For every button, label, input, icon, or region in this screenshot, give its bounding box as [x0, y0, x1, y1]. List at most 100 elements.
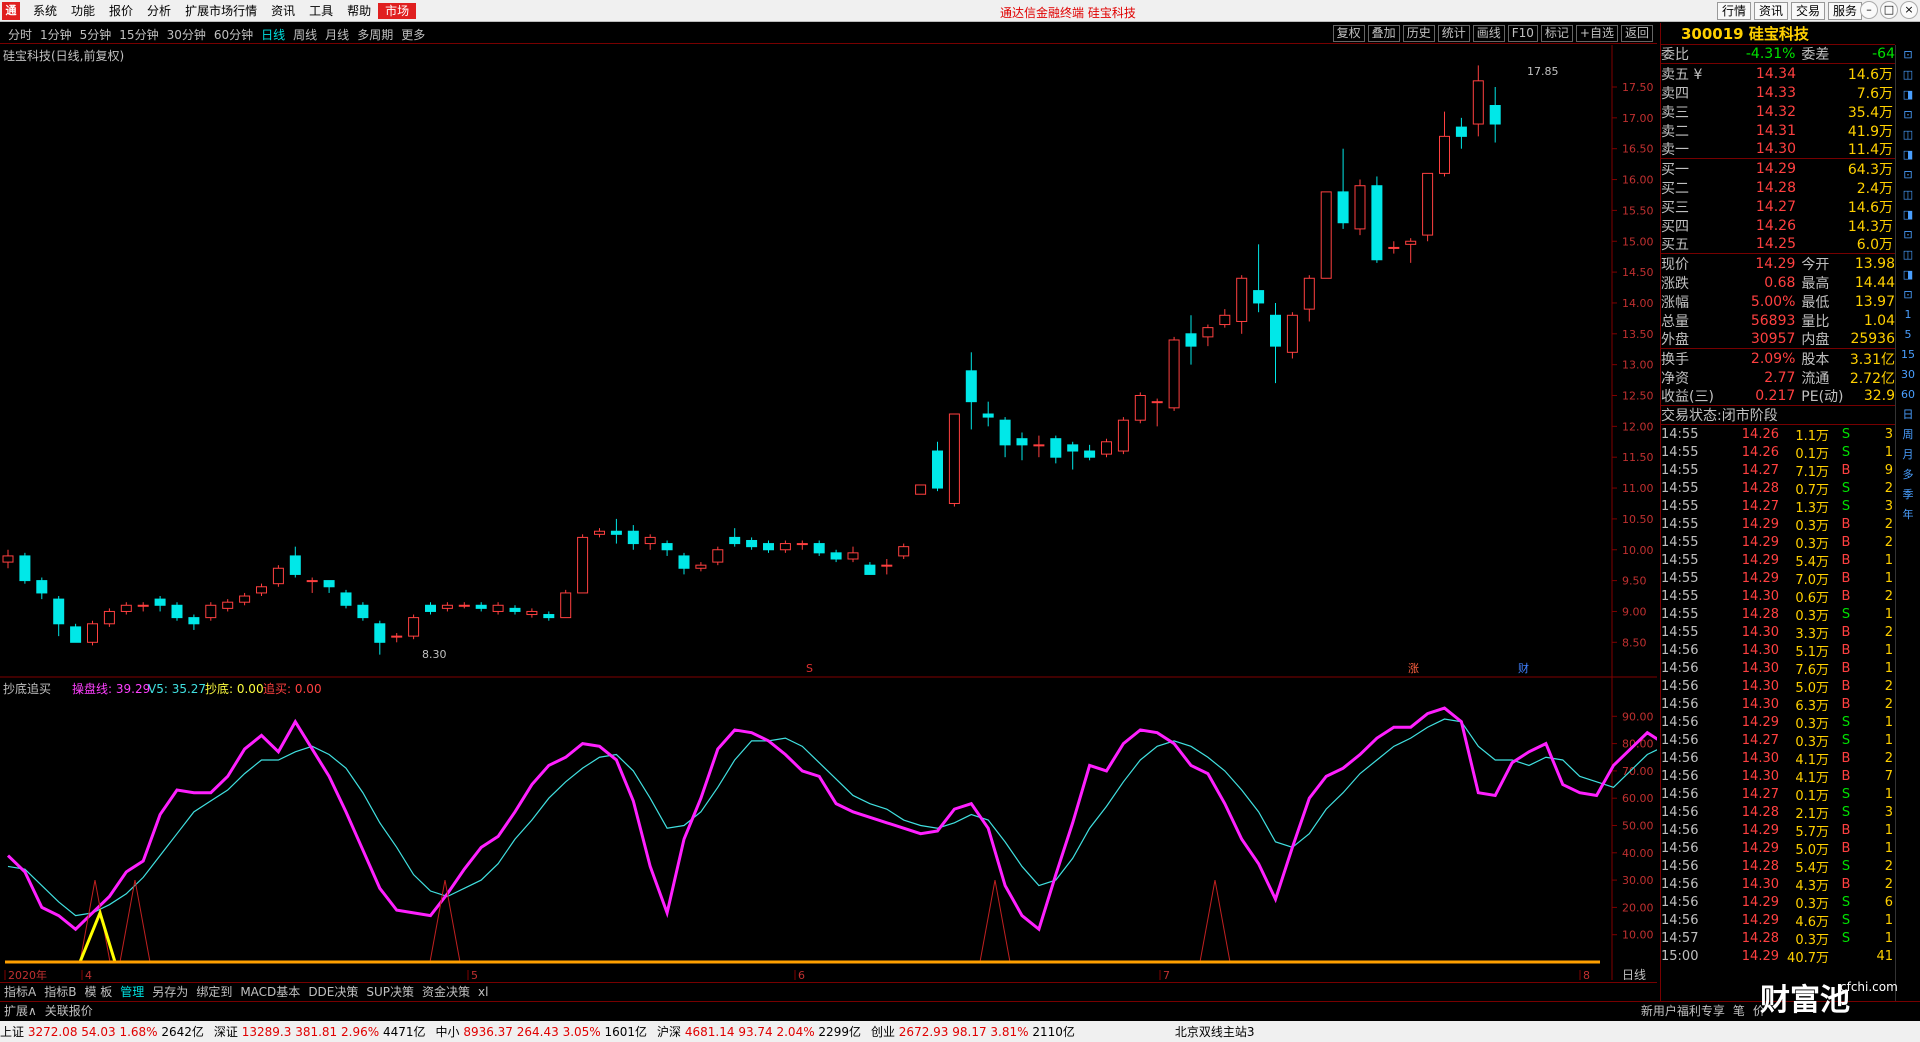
- sidebar-icon[interactable]: ◫: [1896, 125, 1920, 145]
- top-button-2[interactable]: 交易: [1790, 2, 1825, 20]
- sidebar-period-7[interactable]: 月: [1896, 445, 1920, 465]
- trade-time: 14:55: [1661, 588, 1699, 604]
- menu-item-3[interactable]: 分析: [140, 3, 178, 19]
- minimize-icon[interactable]: –: [1860, 1, 1878, 19]
- top-button-3[interactable]: 服务: [1827, 2, 1862, 20]
- period-tab-5[interactable]: 60分钟: [210, 26, 257, 43]
- indicator-tab-8[interactable]: SUP决策: [362, 983, 418, 1001]
- period-tab-4[interactable]: 30分钟: [163, 26, 210, 43]
- sidebar-icon[interactable]: ◨: [1896, 205, 1920, 225]
- sidebar-period-1[interactable]: 5: [1896, 325, 1920, 345]
- tool-button-4[interactable]: 画线: [1472, 25, 1505, 42]
- period-tab-0[interactable]: 分时: [4, 26, 36, 43]
- chart-area[interactable]: 硅宝科技(日线,前复权) 17.50 17.00 16.50 16.00 15.50 15.…: [0, 45, 1666, 982]
- extension-tab-1[interactable]: 关联报价: [41, 1002, 97, 1021]
- trade-price: 14.29: [1741, 822, 1779, 838]
- sidebar-icon[interactable]: ◨: [1896, 265, 1920, 285]
- period-sidebar: ⊡ ◫ ◨ ⊡ ◫ ◨ ⊡ ◫ ◨ ⊡ ◫ ◨ ⊡ 1 5 15 30 60 日周月多季年: [1895, 45, 1920, 1005]
- maximize-icon[interactable]: □: [1880, 1, 1898, 19]
- index-1[interactable]: 深证 13289.3 381.81 2.96% 4471亿: [214, 1023, 426, 1040]
- menu-item-2[interactable]: 报价: [102, 3, 140, 19]
- sidebar-icon[interactable]: ◨: [1896, 145, 1920, 165]
- sidebar-icon[interactable]: ◫: [1896, 65, 1920, 85]
- menu-item-4[interactable]: 扩展市场行情: [178, 3, 264, 19]
- candle-body: [948, 413, 960, 504]
- tool-button-3[interactable]: 统计: [1437, 25, 1470, 42]
- top-button-0[interactable]: 行情: [1716, 2, 1751, 20]
- tool-button-5[interactable]: F10: [1507, 25, 1538, 42]
- kline-chart[interactable]: 硅宝科技(日线,前复权) 17.50 17.00 16.50 16.00 15.50 15.…: [0, 45, 1666, 982]
- indicator-tab-2[interactable]: 模 板: [80, 983, 116, 1001]
- index-name: 创业: [870, 1025, 899, 1039]
- menu-item-1[interactable]: 功能: [64, 3, 102, 19]
- index-2[interactable]: 中小 8936.37 264.43 3.05% 1601亿: [435, 1023, 647, 1040]
- sidebar-period-3[interactable]: 30: [1896, 365, 1920, 385]
- indicator-tab-5[interactable]: 绑定到: [192, 983, 236, 1001]
- quote-volume: 11.4万: [1847, 142, 1893, 158]
- indicator-tab-1[interactable]: 指标B: [40, 983, 80, 1001]
- trade-side: B: [1841, 876, 1851, 892]
- tool-button-8[interactable]: 返回: [1620, 25, 1653, 42]
- sidebar-period-5[interactable]: 日: [1896, 405, 1920, 425]
- menu-item-0[interactable]: 系统: [26, 3, 64, 19]
- period-tab-10[interactable]: 更多: [397, 26, 429, 43]
- quote-label: 量比: [1801, 313, 1830, 330]
- tool-button-2[interactable]: 历史: [1402, 25, 1435, 42]
- menu-item-8[interactable]: 市场: [378, 3, 417, 19]
- sidebar-icon[interactable]: ⊡: [1896, 105, 1920, 125]
- tool-button-0[interactable]: 复权: [1332, 25, 1365, 42]
- period-tab-6[interactable]: 日线: [257, 26, 289, 43]
- extension-tab-0[interactable]: 扩展∧: [0, 1002, 41, 1021]
- sidebar-period-6[interactable]: 周: [1896, 425, 1920, 445]
- sidebar-period-4[interactable]: 60: [1896, 385, 1920, 405]
- new-user-link[interactable]: 新用户福利专享: [1637, 1002, 1729, 1021]
- marker-s: S: [806, 662, 813, 675]
- sidebar-icon[interactable]: ◨: [1896, 85, 1920, 105]
- index-3[interactable]: 沪深 4681.14 93.74 2.04% 2299亿: [657, 1023, 861, 1040]
- menu-item-6[interactable]: 工具: [302, 3, 340, 19]
- indicator-tab-7[interactable]: DDE决策: [304, 983, 362, 1001]
- indicator-tab-10[interactable]: xl: [474, 983, 492, 1001]
- sidebar-icon[interactable]: ⊡: [1896, 285, 1920, 305]
- top-button-1[interactable]: 资讯: [1753, 2, 1788, 20]
- quote-label: 卖五 ¥: [1661, 66, 1703, 83]
- sidebar-icon[interactable]: ⊡: [1896, 165, 1920, 185]
- trade-time: 14:56: [1661, 876, 1699, 892]
- index-percent: 1.68%: [119, 1025, 162, 1039]
- close-icon[interactable]: ×: [1900, 1, 1918, 19]
- menu-item-7[interactable]: 帮助: [340, 3, 378, 19]
- sidebar-icon[interactable]: ◫: [1896, 185, 1920, 205]
- index-4[interactable]: 创业 2672.93 98.17 3.81% 2110亿: [871, 1023, 1075, 1040]
- period-tab-2[interactable]: 5分钟: [76, 26, 116, 43]
- tick-tab[interactable]: 笔: [1729, 1002, 1749, 1021]
- sidebar-period-9[interactable]: 季: [1896, 485, 1920, 505]
- sidebar-period-2[interactable]: 15: [1896, 345, 1920, 365]
- indicator-tab-0[interactable]: 指标A: [0, 983, 40, 1001]
- period-tab-8[interactable]: 月线: [321, 26, 353, 43]
- app-logo: 通: [2, 2, 20, 20]
- menu-item-5[interactable]: 资讯: [264, 3, 302, 19]
- sidebar-icon[interactable]: ⊡: [1896, 45, 1920, 65]
- indicator-tab-9[interactable]: 资金决策: [418, 983, 474, 1001]
- tool-button-6[interactable]: 标记: [1540, 25, 1573, 42]
- period-tab-7[interactable]: 周线: [289, 26, 321, 43]
- sidebar-period-0[interactable]: 1: [1896, 305, 1920, 325]
- tool-button-7[interactable]: +自选: [1575, 25, 1618, 42]
- period-tab-9[interactable]: 多周期: [353, 26, 397, 43]
- tool-button-1[interactable]: 叠加: [1367, 25, 1400, 42]
- indicator-tab-6[interactable]: MACD基本: [236, 983, 304, 1001]
- trade-count: 2: [1884, 750, 1893, 766]
- sidebar-period-10[interactable]: 年: [1896, 505, 1920, 525]
- sidebar-icon[interactable]: ⊡: [1896, 225, 1920, 245]
- indicator-tab-3[interactable]: 管理: [116, 983, 148, 1001]
- period-tab-3[interactable]: 15分钟: [115, 26, 162, 43]
- trade-side: B: [1841, 588, 1851, 604]
- indicator-tab-4[interactable]: 另存为: [148, 983, 192, 1001]
- sidebar-period-8[interactable]: 多: [1896, 465, 1920, 485]
- candle-body: [1270, 314, 1281, 347]
- index-0[interactable]: 上证 3272.08 54.03 1.68% 2642亿: [0, 1023, 204, 1040]
- period-tab-1[interactable]: 1分钟: [36, 26, 76, 43]
- quote-volume: 35.4万: [1847, 104, 1893, 121]
- sidebar-icon[interactable]: ◫: [1896, 245, 1920, 265]
- trade-side: B: [1841, 624, 1851, 640]
